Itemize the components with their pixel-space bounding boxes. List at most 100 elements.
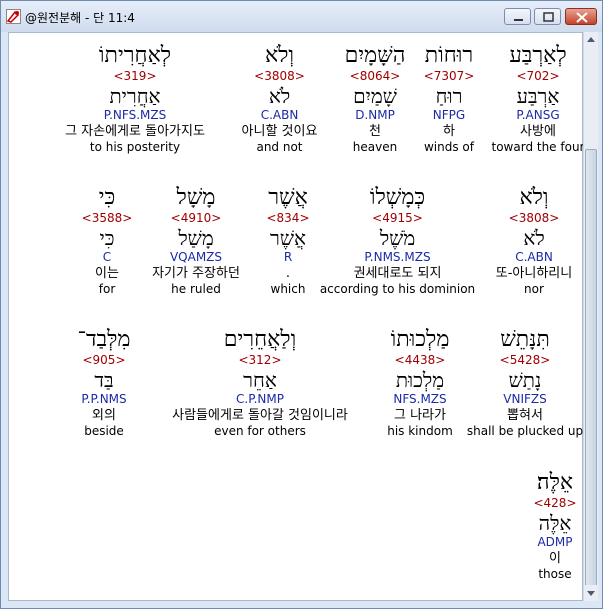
word-card[interactable]: הַשָּׁמָיִם <8064> שָׁמַיִם D.NMP 천 heav… [332, 43, 418, 155]
english-gloss: which [270, 282, 306, 296]
korean-gloss: 외의 [92, 408, 116, 423]
hebrew-word: הַשָּׁמָיִם [344, 43, 406, 68]
word-card[interactable]: וְלַאֲחֵרִים <312> אַחֵר C.P.NMP 사람들에게로 … [146, 327, 374, 439]
hebrew-lemma: רוּחַ [435, 84, 463, 108]
english-gloss: shall be plucked up [466, 424, 584, 438]
app-icon [6, 9, 21, 24]
hebrew-word: וְלֹא [264, 43, 295, 68]
morph-code: P.P.NMS [81, 392, 127, 406]
hebrew-lemma: נָתַשׁ [508, 368, 542, 392]
word-card[interactable]: וְלֹא <3808> לֹא C.ABN 아니할 것이요 and not [222, 43, 337, 155]
morph-code: VQAMZS [169, 250, 223, 264]
word-card[interactable]: כִּי <3588> כִּי C 이는 for [77, 185, 137, 297]
word-card[interactable]: אֲשֶׁר <834> אֲשֶׁר R . which [258, 185, 318, 297]
english-gloss: those [538, 567, 572, 581]
hebrew-lemma: בַּד [94, 368, 114, 392]
hebrew-word: רוּחוֹת [424, 43, 474, 68]
word-card[interactable]: מַלְכוּתוֹ <4438> מַלְכוּת NFS.MZS 그 나라가… [375, 327, 465, 439]
english-gloss: his kindom [387, 424, 453, 438]
strong-number: <834> [266, 211, 310, 225]
morph-code: VNIFZS [503, 392, 547, 406]
morph-code: NFPG [432, 108, 466, 122]
strong-number: <7307> [423, 69, 475, 83]
hebrew-word: כִּי [98, 185, 116, 210]
korean-gloss: 사람들에게로 돌아갈 것임이니라 [172, 408, 348, 423]
hebrew-word: וְלֹא [519, 185, 549, 210]
hebrew-lemma: לֹא [268, 84, 291, 108]
maximize-button[interactable] [534, 8, 561, 25]
korean-gloss: 권세대로도 되지 [353, 266, 442, 281]
english-gloss: according to his dominion [319, 282, 476, 296]
korean-gloss: 그 나라가 [394, 408, 446, 423]
close-icon [576, 12, 588, 23]
english-gloss: for [98, 282, 116, 296]
hebrew-lemma: לֹא [523, 226, 545, 250]
word-card[interactable]: תִּנָּתֵשׁ <5428> נָתַשׁ VNIFZS 뽑혀서 shal… [466, 327, 584, 439]
morph-code: NFS.MZS [393, 392, 447, 406]
korean-gloss: 이는 [95, 266, 119, 281]
korean-gloss: 그 자손에게로 돌아가지도 [65, 124, 205, 139]
scroll-down-button[interactable] [584, 585, 598, 601]
hebrew-word: תִּנָּתֵשׁ [500, 327, 550, 352]
close-button[interactable] [565, 8, 597, 25]
hebrew-word: מַלְכוּתוֹ [390, 327, 450, 352]
english-gloss: even for others [214, 424, 306, 438]
strong-number: <4910> [170, 211, 222, 225]
title-bar[interactable]: @원전분해 - 단 11:4 [1, 1, 602, 32]
morph-code: P.NMS.MZS [364, 250, 431, 264]
hebrew-lemma: אַחֲרִית [109, 84, 161, 108]
word-card[interactable]: לְאַרְבַּע <702> אַרְבַּע P.ANSG 사방에 tow… [488, 43, 588, 155]
english-gloss: beside [84, 424, 124, 438]
korean-gloss: 뽑혀서 [507, 408, 543, 423]
korean-gloss: 사방에 [520, 124, 556, 139]
word-card[interactable]: מָשָׁל <4910> מָשַׁל VQAMZS 자기가 주장하던 he … [139, 185, 253, 297]
arrow-up-icon [587, 37, 595, 42]
strong-number: <428> [533, 496, 577, 510]
word-card[interactable]: רוּחוֹת <7307> רוּחַ NFPG 하 winds of [414, 43, 484, 155]
word-card[interactable]: לְאַחֲרִיתוֹ <319> אַחֲרִית P.NFS.MZS 그 … [40, 43, 230, 155]
minimize-icon [514, 19, 523, 21]
strong-number: <319> [113, 69, 157, 83]
word-card[interactable]: מִלְּבַד־ <905> בַּד P.P.NMS 외의 beside [64, 327, 144, 439]
word-card[interactable]: כְּמָשְׁלוֹ <4915> מֹשֶׁל P.NMS.MZS 권세대로… [315, 185, 480, 297]
strong-number: <5428> [499, 353, 551, 367]
korean-gloss: 천 [369, 124, 381, 139]
english-gloss: nor [524, 282, 544, 296]
maximize-icon [543, 12, 554, 22]
morph-code: C.ABN [515, 250, 553, 264]
morph-code: ADMP [537, 535, 573, 549]
hebrew-lemma: מַלְכוּת [395, 368, 445, 392]
word-card[interactable]: אֵלֶּה׃ <428> אֵלֶּה ADMP 이 those [520, 470, 590, 582]
morph-code: C.P.NMP [236, 392, 284, 406]
hebrew-word: מָשָׁל [176, 185, 216, 210]
morph-code: D.NMP [355, 108, 395, 122]
minimize-button[interactable] [504, 8, 531, 25]
morph-code: C.ABN [260, 108, 299, 122]
word-card[interactable]: וְלֹא <3808> לֹא C.ABN 또-아니하리니 nor [482, 185, 586, 297]
hebrew-lemma: אַחֵר [243, 368, 277, 392]
analysis-panel: לְאַחֲרִיתוֹ <319> אַחֲרִית P.NFS.MZS 그 … [8, 32, 586, 601]
scroll-thumb[interactable] [585, 149, 597, 597]
hebrew-lemma: אֵלֶּה [538, 511, 572, 535]
english-gloss: and not [256, 140, 303, 154]
strong-number: <312> [238, 353, 282, 367]
hebrew-lemma: מָשַׁל [178, 226, 214, 250]
strong-number: <8064> [349, 69, 401, 83]
strong-number: <4438> [394, 353, 446, 367]
english-gloss: to his posterity [89, 140, 181, 154]
korean-gloss: 이 [549, 551, 561, 566]
morph-code: R [283, 250, 293, 264]
strong-number: <905> [82, 353, 126, 367]
korean-gloss: 아니할 것이요 [241, 124, 318, 139]
hebrew-lemma: אַרְבַּע [516, 84, 560, 108]
scroll-up-button[interactable] [584, 32, 598, 48]
morph-code: P.NFS.MZS [103, 108, 167, 122]
vertical-scrollbar[interactable] [583, 32, 598, 601]
strong-number: <3808> [508, 211, 560, 225]
korean-gloss: . [285, 266, 291, 281]
hebrew-word: כְּמָשְׁלוֹ [369, 185, 426, 210]
hebrew-word: וְלַאֲחֵרִים [223, 327, 297, 352]
app-window: @원전분해 - 단 11:4 לְאַחֲרִיתוֹ <319> אַחֲרִ… [0, 0, 603, 609]
strong-number: <3808> [254, 69, 305, 83]
hebrew-word: אֵלֶּה׃ [536, 470, 574, 495]
